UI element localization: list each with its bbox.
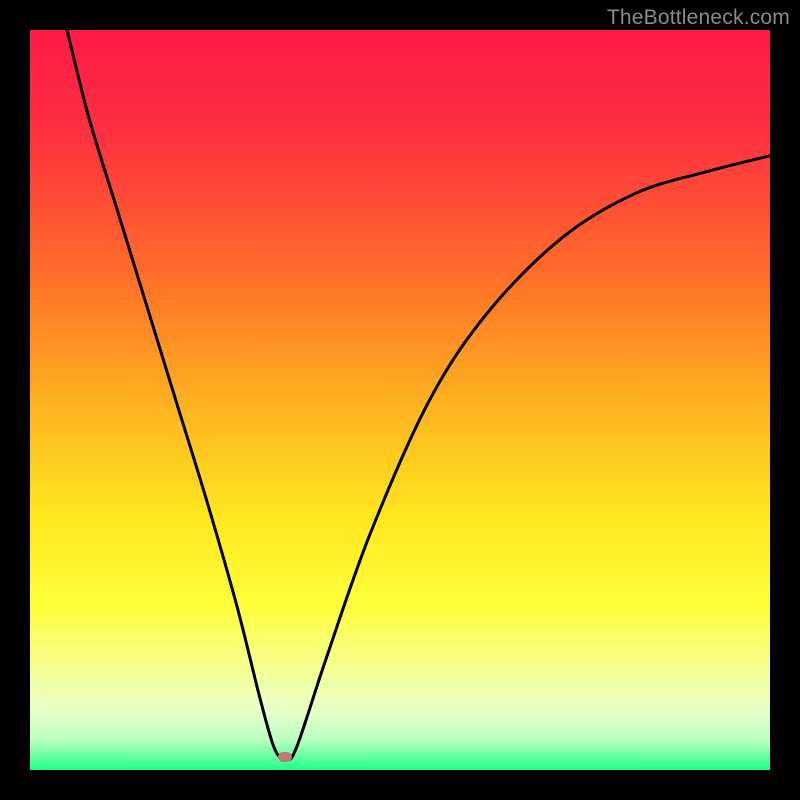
- optimal-point-marker: [278, 752, 292, 762]
- chart-frame: TheBottleneck.com: [0, 0, 800, 800]
- plot-area: [30, 30, 770, 770]
- watermark-text: TheBottleneck.com: [607, 6, 790, 30]
- bottleneck-curve: [30, 30, 770, 770]
